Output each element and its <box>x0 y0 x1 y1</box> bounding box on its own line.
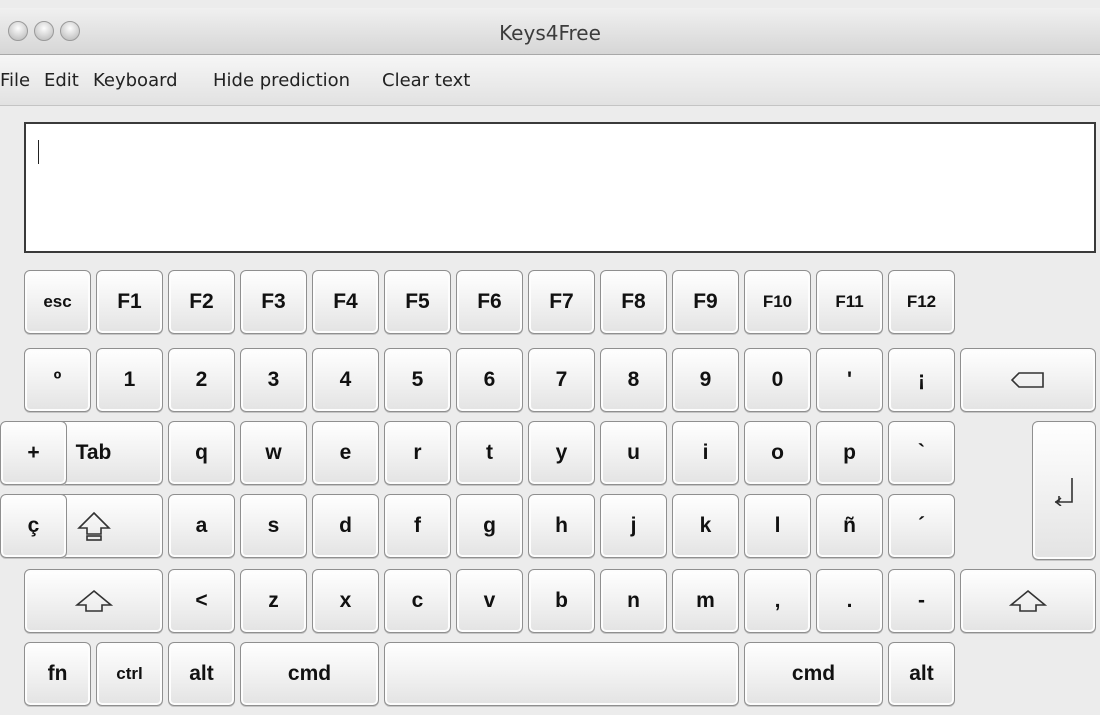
key-f5[interactable]: F5 <box>384 270 451 334</box>
key-3[interactable]: 3 <box>240 348 307 412</box>
key-space[interactable] <box>384 642 739 706</box>
key-f1[interactable]: F1 <box>96 270 163 334</box>
shift-icon <box>1009 589 1047 613</box>
menu-clear-text[interactable]: Clear text <box>382 70 470 91</box>
shift-icon <box>74 589 113 613</box>
key-n[interactable]: n <box>600 569 667 633</box>
key-inverted-exclamation[interactable]: ¡ <box>888 348 955 412</box>
key-f4[interactable]: F4 <box>312 270 379 334</box>
key-m[interactable]: m <box>672 569 739 633</box>
return-icon <box>1053 476 1075 506</box>
key-c-cedilla[interactable]: ç <box>0 494 67 558</box>
key-fn[interactable]: fn <box>24 642 91 706</box>
key-z[interactable]: z <box>240 569 307 633</box>
key-esc[interactable]: esc <box>24 270 91 334</box>
menu-bar: File Edit Keyboard Hide prediction Clear… <box>0 55 1100 106</box>
key-ordinal[interactable]: º <box>24 348 91 412</box>
key-a[interactable]: a <box>168 494 235 558</box>
key-f2[interactable]: F2 <box>168 270 235 334</box>
key-7[interactable]: 7 <box>528 348 595 412</box>
key-f6[interactable]: F6 <box>456 270 523 334</box>
key-cmd-left[interactable]: cmd <box>240 642 379 706</box>
key-comma[interactable]: , <box>744 569 811 633</box>
key-v[interactable]: v <box>456 569 523 633</box>
key-t[interactable]: t <box>456 421 523 485</box>
key-u[interactable]: u <box>600 421 667 485</box>
key-cmd-right[interactable]: cmd <box>744 642 883 706</box>
key-o[interactable]: o <box>744 421 811 485</box>
key-0[interactable]: 0 <box>744 348 811 412</box>
menu-file[interactable]: File <box>0 70 30 91</box>
key-q[interactable]: q <box>168 421 235 485</box>
key-w[interactable]: w <box>240 421 307 485</box>
key-acute[interactable]: ´ <box>888 494 955 558</box>
key-plus[interactable]: + <box>0 421 67 485</box>
key-j[interactable]: j <box>600 494 667 558</box>
key-8[interactable]: 8 <box>600 348 667 412</box>
key-r[interactable]: r <box>384 421 451 485</box>
key-f12[interactable]: F12 <box>888 270 955 334</box>
key-y[interactable]: y <box>528 421 595 485</box>
key-f8[interactable]: F8 <box>600 270 667 334</box>
key-4[interactable]: 4 <box>312 348 379 412</box>
key-l[interactable]: l <box>744 494 811 558</box>
key-f7[interactable]: F7 <box>528 270 595 334</box>
key-f[interactable]: f <box>384 494 451 558</box>
key-less-than[interactable]: < <box>168 569 235 633</box>
key-c[interactable]: c <box>384 569 451 633</box>
key-ctrl[interactable]: ctrl <box>96 642 163 706</box>
key-9[interactable]: 9 <box>672 348 739 412</box>
key-e[interactable]: e <box>312 421 379 485</box>
key-grave[interactable]: ` <box>888 421 955 485</box>
key-f9[interactable]: F9 <box>672 270 739 334</box>
window-title: Keys4Free <box>499 21 601 45</box>
key-f10[interactable]: F10 <box>744 270 811 334</box>
key-d[interactable]: d <box>312 494 379 558</box>
key-minus[interactable]: - <box>888 569 955 633</box>
key-n-tilde[interactable]: ñ <box>816 494 883 558</box>
key-g[interactable]: g <box>456 494 523 558</box>
enter-key[interactable] <box>1032 421 1096 560</box>
shift-left-key[interactable] <box>24 569 163 633</box>
key-6[interactable]: 6 <box>456 348 523 412</box>
key-alt-right[interactable]: alt <box>888 642 955 706</box>
key-alt-left[interactable]: alt <box>168 642 235 706</box>
key-2[interactable]: 2 <box>168 348 235 412</box>
window-titlebar: Keys4Free <box>0 8 1100 55</box>
backspace-key[interactable] <box>960 348 1096 412</box>
key-period[interactable]: . <box>816 569 883 633</box>
shift-right-key[interactable] <box>960 569 1096 633</box>
key-i[interactable]: i <box>672 421 739 485</box>
key-x[interactable]: x <box>312 569 379 633</box>
menu-keyboard[interactable]: Keyboard <box>93 70 178 91</box>
key-b[interactable]: b <box>528 569 595 633</box>
backspace-icon <box>1011 372 1045 388</box>
text-input-area[interactable] <box>24 122 1096 253</box>
key-s[interactable]: s <box>240 494 307 558</box>
text-caret <box>38 140 39 164</box>
key-k[interactable]: k <box>672 494 739 558</box>
key-f11[interactable]: F11 <box>816 270 883 334</box>
key-1[interactable]: 1 <box>96 348 163 412</box>
key-p[interactable]: p <box>816 421 883 485</box>
key-f3[interactable]: F3 <box>240 270 307 334</box>
caps-lock-icon <box>76 511 111 541</box>
key-5[interactable]: 5 <box>384 348 451 412</box>
key-apostrophe[interactable]: ' <box>816 348 883 412</box>
menu-hide-prediction[interactable]: Hide prediction <box>213 70 350 91</box>
key-h[interactable]: h <box>528 494 595 558</box>
menu-edit[interactable]: Edit <box>44 70 79 91</box>
